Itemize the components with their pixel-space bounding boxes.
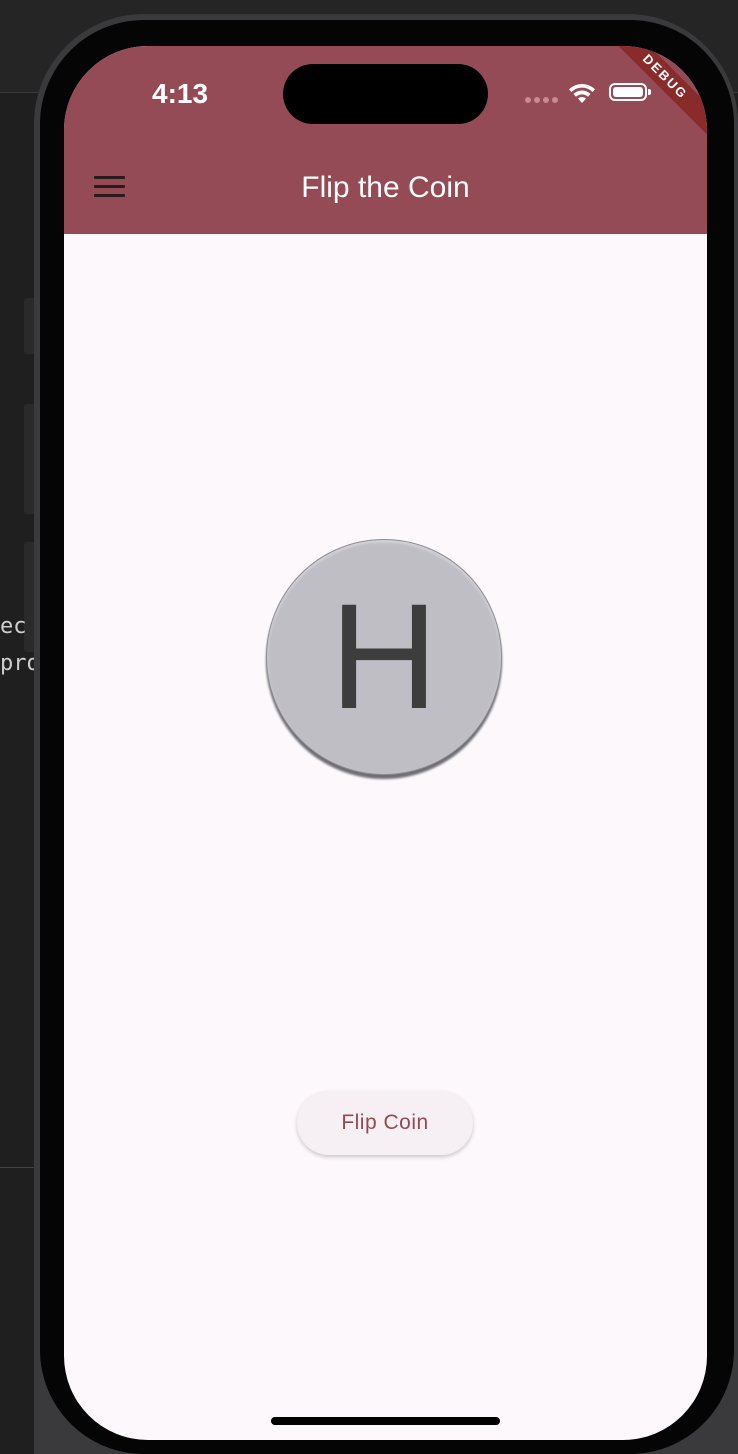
status-time: 4:13 <box>152 78 209 109</box>
cellular-signal-icon <box>525 97 558 103</box>
coin-face-letter: H <box>329 572 439 740</box>
battery-icon <box>609 83 651 101</box>
dynamic-island <box>283 64 488 124</box>
app-bar: 4:13 DEBUG Flip the Coin <box>64 46 707 234</box>
page-title: Flip the Coin <box>301 171 470 204</box>
home-indicator[interactable] <box>271 1417 500 1425</box>
flip-coin-button[interactable]: Flip Coin <box>297 1091 473 1155</box>
coin-image: H <box>266 539 502 775</box>
app-screen: 4:13 DEBUG Flip the Coin H Flip Coin <box>64 46 707 1440</box>
wifi-icon <box>569 83 595 103</box>
